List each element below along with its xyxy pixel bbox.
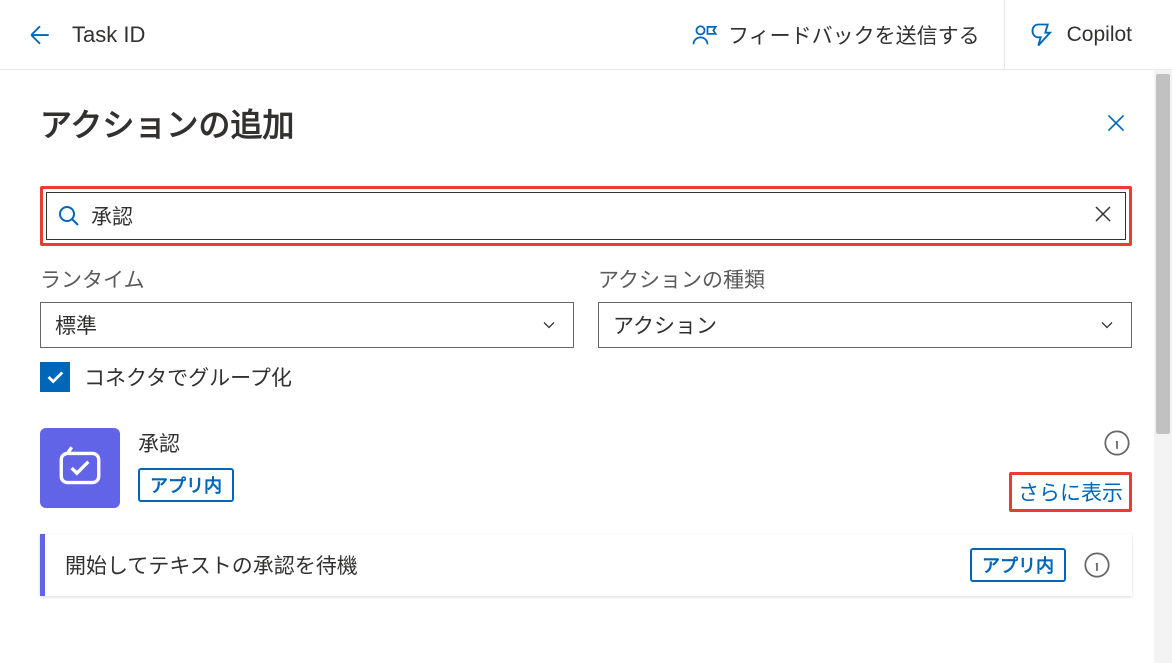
connector-name: 承認 (138, 428, 991, 458)
action-info-button[interactable] (1082, 550, 1112, 580)
panel-title: アクションの追加 (40, 100, 294, 146)
arrow-left-icon (25, 20, 55, 50)
runtime-label: ランタイム (40, 264, 574, 294)
chevron-down-icon (1097, 315, 1117, 335)
chevron-down-icon (539, 315, 559, 335)
connector-icon-tile[interactable] (40, 428, 120, 508)
content-header: アクションの追加 (40, 100, 1132, 146)
copilot-icon (1029, 21, 1057, 49)
content-area: アクションの追加 ランタイム 標準 (0, 70, 1172, 663)
search-highlight-box (40, 186, 1132, 246)
scrollbar-track[interactable] (1154, 70, 1172, 663)
action-type-label: アクションの種類 (598, 264, 1132, 294)
top-right-actions: フィードバックを送信する Copilot (666, 0, 1152, 70)
action-item[interactable]: 開始してテキストの承認を待機 アプリ内 (40, 534, 1132, 596)
connector-info-button[interactable] (1102, 428, 1132, 458)
connector-right: さらに表示 (1009, 428, 1132, 512)
action-item-name: 開始してテキストの承認を待機 (65, 550, 954, 580)
connector-badge: アプリ内 (138, 468, 234, 502)
action-type-value: アクション (613, 310, 717, 340)
show-more-highlight-box: さらに表示 (1009, 472, 1132, 512)
search-icon (57, 204, 81, 228)
top-bar: Task ID フィードバックを送信する Copilot (0, 0, 1172, 70)
feedback-button[interactable]: フィードバックを送信する (666, 0, 1004, 70)
runtime-dropdown[interactable]: 標準 (40, 302, 574, 348)
check-icon (44, 366, 66, 388)
filter-row: ランタイム 標準 アクションの種類 アクション (40, 264, 1132, 348)
search-box[interactable] (46, 192, 1126, 240)
group-checkbox-label: コネクタでグループ化 (84, 362, 292, 392)
show-more-link[interactable]: さらに表示 (1018, 482, 1123, 505)
close-icon (1103, 110, 1129, 136)
x-icon (1091, 202, 1115, 226)
info-icon (1103, 429, 1131, 457)
search-input[interactable] (91, 204, 1081, 228)
info-icon (1083, 551, 1111, 579)
group-by-connector-row: コネクタでグループ化 (40, 362, 1132, 392)
action-item-badge: アプリ内 (970, 548, 1066, 582)
runtime-filter: ランタイム 標準 (40, 264, 574, 348)
copilot-label: Copilot (1067, 23, 1132, 47)
page-title: Task ID (72, 22, 666, 48)
approval-icon (55, 443, 105, 493)
copilot-button[interactable]: Copilot (1004, 0, 1152, 70)
feedback-label: フィードバックを送信する (728, 20, 980, 50)
feedback-icon (690, 21, 718, 49)
connector-row: 承認 アプリ内 さらに表示 (40, 428, 1132, 512)
clear-search-button[interactable] (1091, 202, 1115, 231)
group-checkbox[interactable] (40, 362, 70, 392)
scrollbar-thumb[interactable] (1156, 74, 1170, 434)
close-button[interactable] (1100, 107, 1132, 139)
action-type-dropdown[interactable]: アクション (598, 302, 1132, 348)
runtime-value: 標準 (55, 310, 97, 340)
action-type-filter: アクションの種類 アクション (598, 264, 1132, 348)
back-button[interactable] (20, 15, 60, 55)
connector-info: 承認 アプリ内 (138, 428, 991, 502)
